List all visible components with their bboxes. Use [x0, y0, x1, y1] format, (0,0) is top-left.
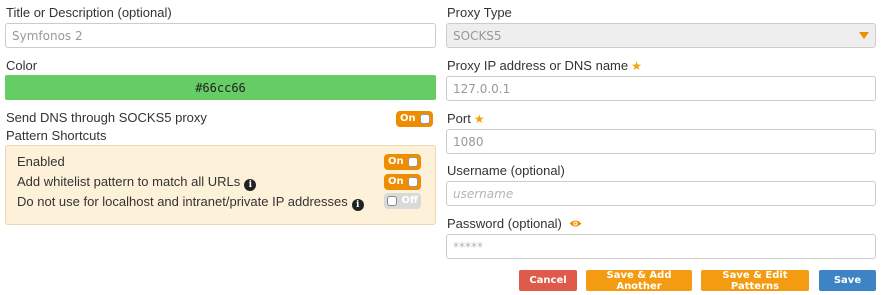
proxy-ip-input[interactable]: 127.0.0.1 [446, 76, 876, 101]
port-label-wrap: Port ★ [447, 111, 485, 127]
shortcut-whitelist-text: Add whitelist pattern to match all URLs [17, 174, 241, 189]
cancel-button[interactable]: Cancel [519, 270, 577, 291]
dns-label: Send DNS through SOCKS5 proxy [6, 110, 207, 125]
username-input[interactable]: username [446, 181, 876, 206]
color-label: Color [6, 58, 38, 73]
title-input[interactable]: Symfonos 2 [5, 23, 436, 48]
password-input[interactable]: ***** [446, 234, 876, 259]
caret-down-icon [859, 32, 869, 39]
shortcut-localhost-label: Do not use for localhost and intranet/pr… [17, 194, 364, 211]
proxy-ip-label: Proxy IP address or DNS name [447, 58, 629, 73]
star-icon: ★ [473, 112, 485, 126]
toggle-text: On [388, 156, 404, 167]
shortcut-enabled-label: Enabled [17, 154, 65, 169]
shortcut-localhost-text: Do not use for localhost and intranet/pr… [17, 194, 348, 209]
proxy-ip-label-wrap: Proxy IP address or DNS name ★ [447, 58, 642, 74]
proxy-type-value: SOCKS5 [453, 28, 502, 43]
toggle-knob [408, 177, 418, 187]
title-label: Title or Description (optional) [6, 5, 172, 20]
toggle-knob [387, 196, 397, 206]
port-input[interactable]: 1080 [446, 129, 876, 154]
info-icon[interactable]: i [244, 179, 257, 191]
eye-icon[interactable] [569, 219, 582, 228]
shortcut-whitelist-label: Add whitelist pattern to match all URLs i [17, 174, 257, 191]
save-edit-patterns-button[interactable]: Save & Edit Patterns [701, 270, 809, 292]
toggle-text: Off [401, 195, 418, 206]
dns-toggle[interactable]: On [396, 111, 433, 127]
color-picker[interactable]: #66cc66 [5, 75, 436, 100]
shortcut-localhost-toggle[interactable]: Off [384, 193, 421, 209]
dns-toggle-text: On [400, 113, 416, 124]
pattern-shortcuts-label: Pattern Shortcuts [6, 128, 107, 143]
star-icon: ★ [631, 59, 642, 73]
toggle-text: On [388, 176, 404, 187]
password-label: Password (optional) [447, 216, 562, 231]
username-label: Username (optional) [447, 163, 565, 178]
info-icon[interactable]: i [351, 199, 364, 211]
save-add-another-button[interactable]: Save & Add Another [586, 270, 692, 292]
toggle-knob [420, 114, 430, 124]
password-label-wrap: Password (optional) [447, 216, 582, 232]
save-button[interactable]: Save [819, 270, 876, 291]
shortcut-whitelist-toggle[interactable]: On [384, 174, 421, 190]
pattern-shortcuts-panel: Enabled On Add whitelist pattern to matc… [5, 145, 436, 225]
port-label: Port [447, 111, 471, 126]
proxy-type-select[interactable]: SOCKS5 [446, 23, 876, 48]
shortcut-enabled-toggle[interactable]: On [384, 154, 421, 170]
toggle-knob [408, 157, 418, 167]
proxy-type-label: Proxy Type [447, 5, 512, 20]
